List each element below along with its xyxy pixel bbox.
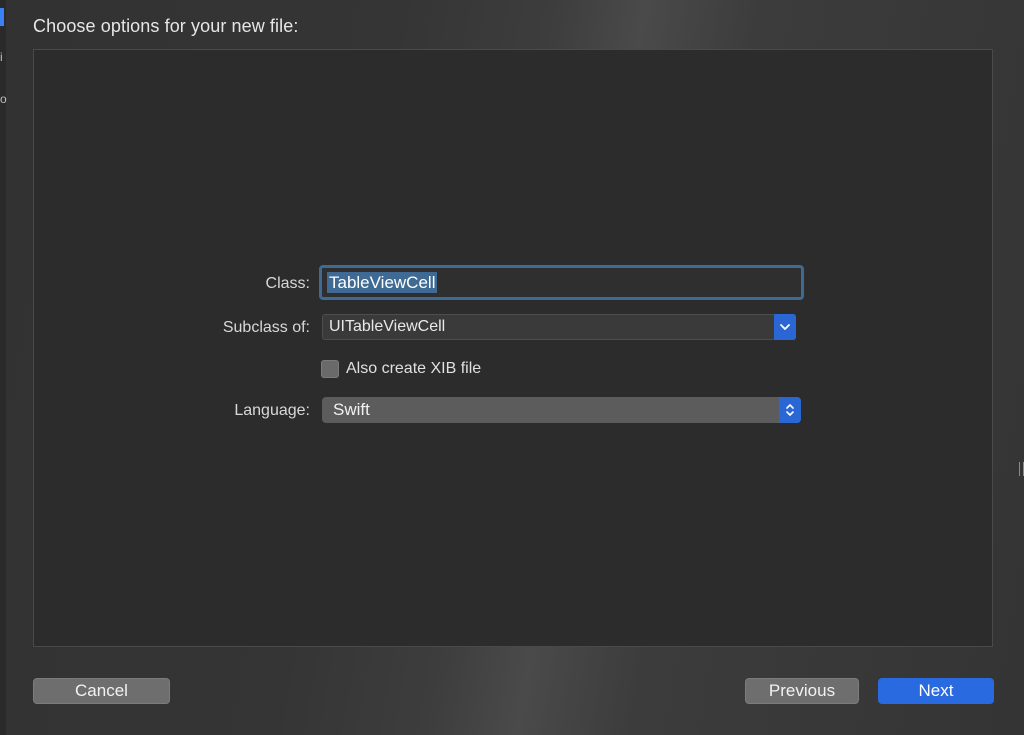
subclass-label: Subclass of: bbox=[222, 319, 310, 336]
cancel-button[interactable]: Cancel bbox=[33, 678, 170, 704]
also-create-xib-option[interactable]: Also create XIB file bbox=[321, 360, 481, 378]
resize-handle-icon[interactable] bbox=[1019, 462, 1024, 476]
chevron-down-icon bbox=[780, 324, 790, 330]
also-create-xib-checkbox[interactable] bbox=[321, 360, 339, 378]
selection-marker bbox=[0, 8, 4, 26]
subclass-dropdown-button[interactable] bbox=[774, 314, 796, 340]
subclass-combo-box[interactable]: UITableViewCell bbox=[322, 314, 796, 340]
class-label: Class: bbox=[265, 275, 310, 292]
edge-glyph: i bbox=[0, 50, 3, 64]
language-popup-button[interactable]: Swift bbox=[322, 397, 801, 423]
also-create-xib-label[interactable]: Also create XIB file bbox=[346, 360, 481, 378]
background-window-edge: i o bbox=[0, 0, 7, 735]
sheet-title: Choose options for your new file: bbox=[33, 16, 299, 36]
class-name-field[interactable]: TableViewCell bbox=[319, 265, 804, 300]
next-button[interactable]: Next bbox=[878, 678, 994, 704]
edge-glyph: o bbox=[0, 92, 7, 106]
up-down-chevron-icon bbox=[786, 404, 794, 416]
previous-button[interactable]: Previous bbox=[745, 678, 859, 704]
language-stepper-button[interactable] bbox=[779, 397, 801, 423]
language-label: Language: bbox=[234, 402, 310, 419]
subclass-value[interactable]: UITableViewCell bbox=[329, 318, 445, 336]
language-value[interactable]: Swift bbox=[333, 400, 370, 420]
class-name-selected-text[interactable]: TableViewCell bbox=[327, 272, 438, 293]
new-file-options-sheet: i o Choose options for your new file: Cl… bbox=[0, 0, 1024, 735]
options-panel bbox=[33, 49, 993, 647]
